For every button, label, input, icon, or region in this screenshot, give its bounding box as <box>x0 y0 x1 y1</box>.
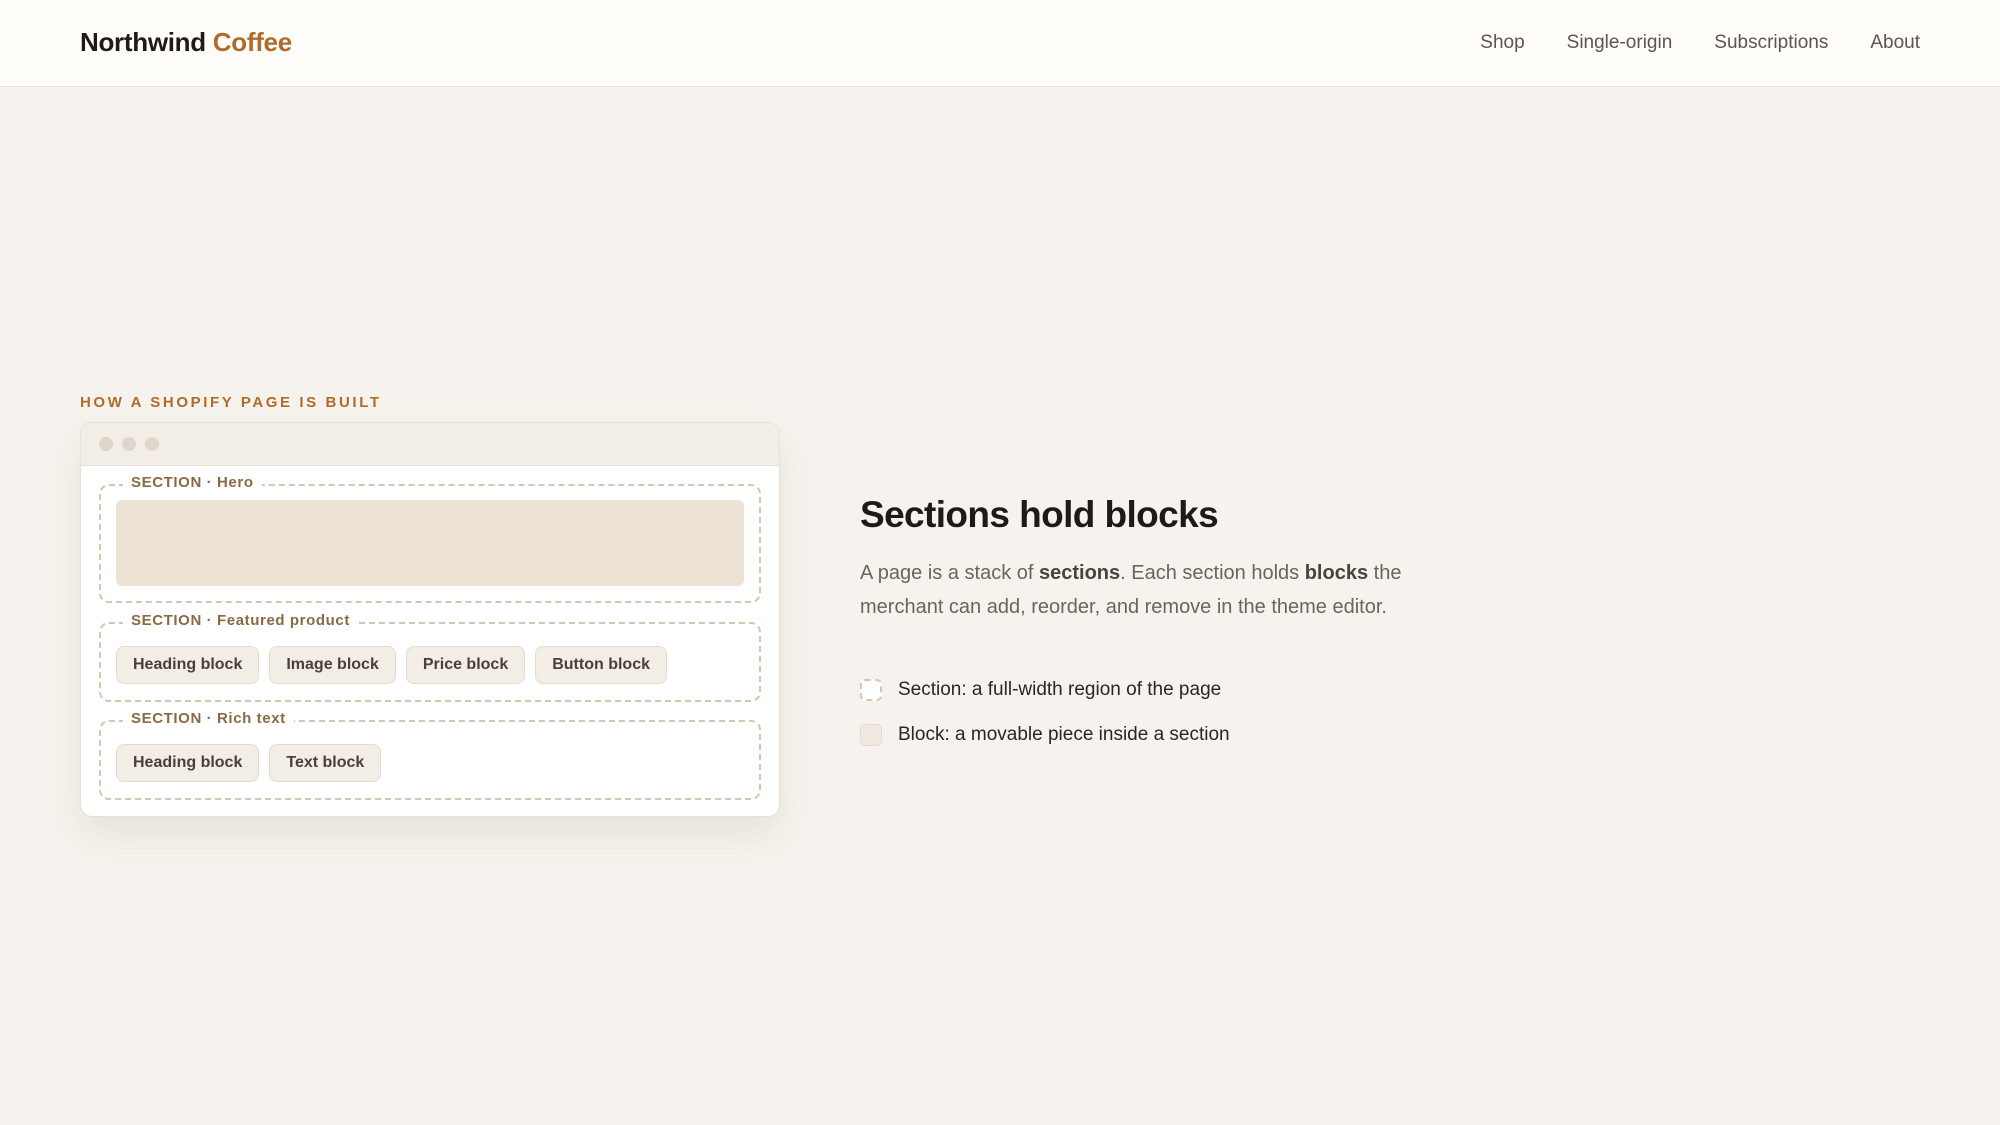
section-label: SECTION · Rich text <box>123 710 294 727</box>
section-hero: SECTION · Hero <box>99 474 761 603</box>
section-featured-product: SECTION · Featured product Heading block… <box>99 612 761 702</box>
section-label: SECTION · Featured product <box>123 612 358 629</box>
window-dot-icon <box>99 437 113 451</box>
brand-logo[interactable]: Northwind Coffee <box>80 27 292 58</box>
description-emphasis: sections <box>1039 562 1121 584</box>
main-nav: Shop Single-origin Subscriptions About <box>1480 32 1920 54</box>
window-dot-icon <box>122 437 136 451</box>
block-chip: Text block <box>269 744 382 782</box>
site-header: Northwind Coffee Shop Single-origin Subs… <box>0 0 2000 87</box>
window-titlebar <box>81 423 779 466</box>
block-chip: Price block <box>405 646 526 684</box>
nav-about[interactable]: About <box>1870 32 1920 54</box>
nav-subscriptions[interactable]: Subscriptions <box>1714 32 1828 54</box>
description-part: A page is a stack of <box>860 562 1039 584</box>
block-list: Heading block Image block Price block Bu… <box>116 646 667 684</box>
page-structure-illustration: SECTION · Hero SECTION · Featured produc… <box>80 422 780 817</box>
block-chip: Heading block <box>116 744 260 782</box>
legend-label: Block: a movable piece inside a section <box>898 724 1230 745</box>
brand-name-accent: Coffee <box>212 27 292 57</box>
block-chip: Image block <box>269 646 396 684</box>
nav-shop[interactable]: Shop <box>1480 32 1524 54</box>
block-list: Heading block Text block <box>116 744 382 782</box>
section-rich-text: SECTION · Rich text Heading block Text b… <box>99 710 761 800</box>
hero-image-placeholder <box>116 500 744 586</box>
description-text: A page is a stack of sections. Each sect… <box>860 556 1420 624</box>
legend-label: Section: a full-width region of the page <box>898 679 1222 700</box>
illustration-eyebrow: HOW A SHOPIFY PAGE IS BUILT <box>80 394 382 411</box>
nav-single-origin[interactable]: Single-origin <box>1567 32 1673 54</box>
brand-name: Northwind <box>80 27 206 57</box>
legend-item-block: Block: a movable piece inside a section <box>860 724 1230 746</box>
section-label: SECTION · Hero <box>123 474 262 491</box>
description-part: . Each section holds <box>1120 562 1305 584</box>
dashed-square-icon <box>860 679 882 701</box>
block-chip: Heading block <box>116 646 260 684</box>
description-emphasis: blocks <box>1304 562 1369 584</box>
window-dot-icon <box>145 437 159 451</box>
page-title: Sections hold blocks <box>860 494 1219 535</box>
legend-item-section: Section: a full-width region of the page <box>860 679 1221 701</box>
filled-square-icon <box>860 724 882 746</box>
block-chip: Button block <box>535 646 667 684</box>
